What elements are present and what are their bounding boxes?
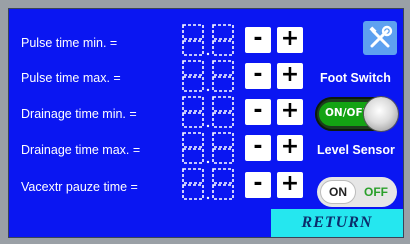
- drainage-time-max-plus-button[interactable]: +: [277, 135, 303, 161]
- pulse-time-min-label: Pulse time min. =: [21, 36, 118, 50]
- level-sensor-toggle[interactable]: ON OFF: [317, 177, 397, 207]
- pulse-time-max-plus-button[interactable]: +: [277, 63, 303, 89]
- wrench-screwdriver-icon: [369, 25, 393, 48]
- drainage-time-min-display: [182, 96, 234, 128]
- drainage-time-min-minus-button[interactable]: -: [245, 99, 271, 125]
- vacextr-pauze-time-label: Vacextr pauze time =: [21, 180, 138, 194]
- drainage-time-max-label: Drainage time max. =: [21, 143, 141, 157]
- pulse-time-min-plus-button[interactable]: +: [277, 27, 303, 53]
- drainage-time-min-label: Drainage time min. =: [21, 107, 137, 121]
- return-button[interactable]: RETURN: [271, 209, 403, 237]
- pulse-time-max-label: Pulse time max. =: [21, 71, 121, 85]
- foot-switch-knob[interactable]: [364, 97, 398, 131]
- drainage-time-max-minus-button[interactable]: -: [245, 135, 271, 161]
- settings-button[interactable]: [363, 21, 397, 55]
- pulse-time-max-minus-button[interactable]: -: [245, 63, 271, 89]
- foot-switch-toggle[interactable]: ON/OFF: [315, 97, 398, 131]
- foot-switch-label: Foot Switch: [320, 71, 391, 85]
- level-sensor-on-option[interactable]: ON: [321, 181, 355, 203]
- level-sensor-off-option[interactable]: OFF: [359, 181, 393, 203]
- drainage-time-min-plus-button[interactable]: +: [277, 99, 303, 125]
- vacextr-pauze-time-plus-button[interactable]: +: [277, 172, 303, 198]
- vacextr-pauze-time-minus-button[interactable]: -: [245, 172, 271, 198]
- pulse-time-min-minus-button[interactable]: -: [245, 27, 271, 53]
- pulse-time-max-display: [182, 60, 234, 92]
- vacextr-pauze-time-display: [182, 168, 234, 200]
- drainage-time-max-display: [182, 132, 234, 164]
- pulse-time-min-display: [182, 24, 234, 56]
- level-sensor-label: Level Sensor: [317, 143, 395, 157]
- settings-screen: Pulse time min. = - + Pulse time max. = …: [8, 8, 404, 238]
